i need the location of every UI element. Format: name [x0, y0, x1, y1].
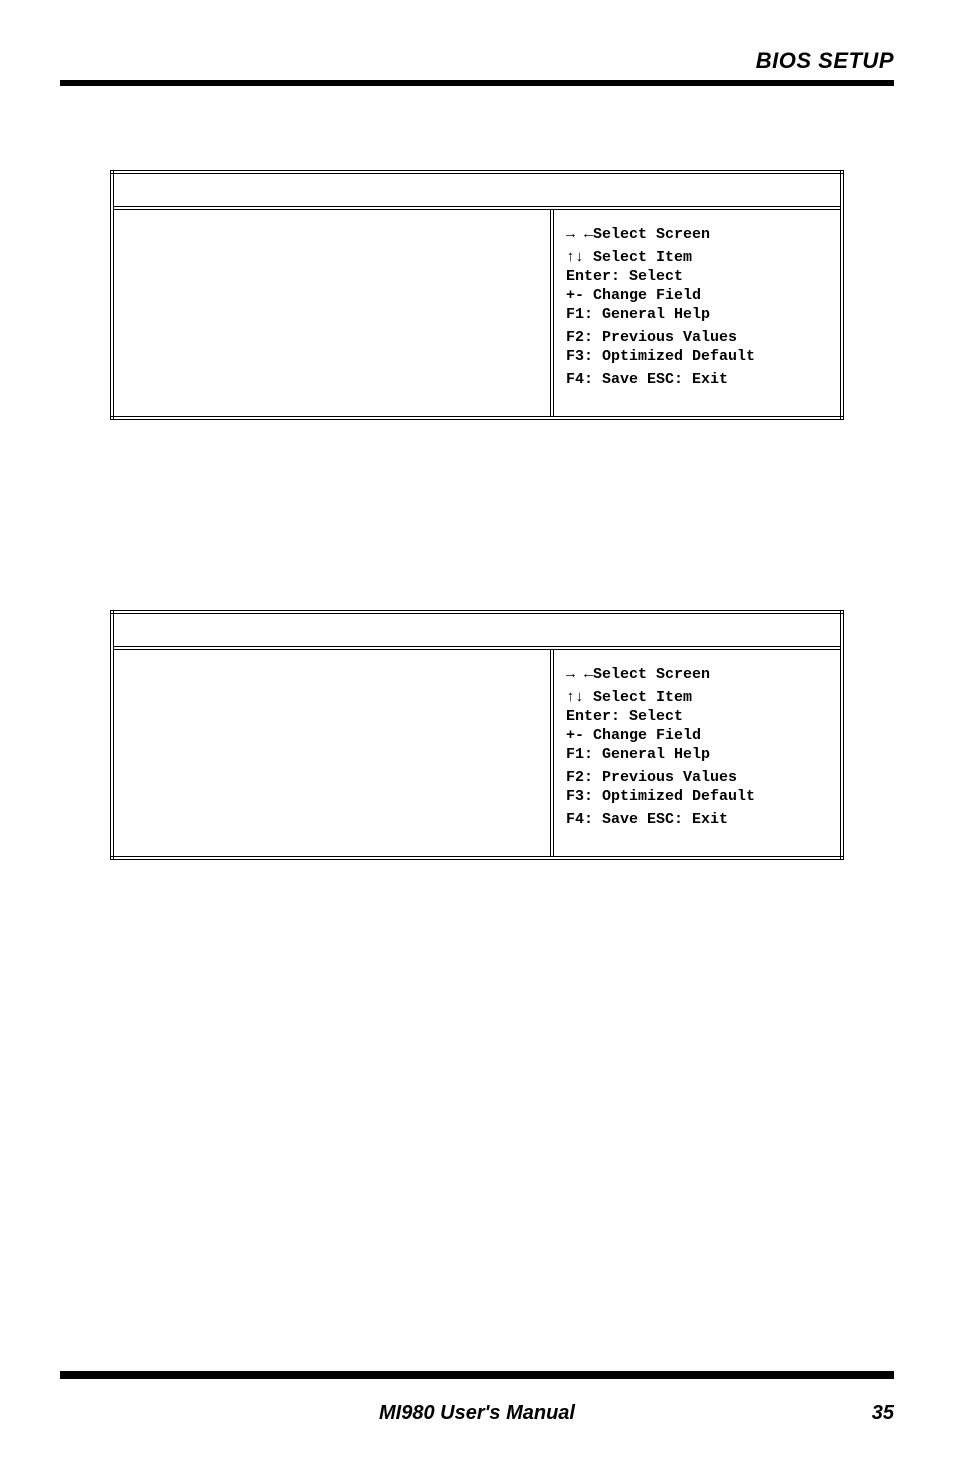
table-header-row [112, 172, 842, 208]
table-header-cell [112, 612, 842, 648]
help-f3: F3: Optimized Default [566, 788, 828, 805]
table-header-row [112, 612, 842, 648]
table-body-row: → ←Select Screen ↑↓ Select Item Enter: S… [112, 208, 842, 418]
help-f1: F1: General Help [566, 306, 828, 323]
footer-page-number: 35 [872, 1402, 894, 1425]
header-rule [60, 80, 894, 86]
footer-rule [60, 1371, 894, 1379]
help-enter: Enter: Select [566, 708, 828, 725]
help-select-item: ↑↓ Select Item [566, 689, 828, 706]
help-enter: Enter: Select [566, 268, 828, 285]
help-f4: F4: Save ESC: Exit [566, 811, 828, 828]
table-left-cell [112, 648, 552, 858]
bios-table-1: → ←Select Screen ↑↓ Select Item Enter: S… [110, 170, 844, 420]
footer-manual-title: MI980 User's Manual [0, 1402, 954, 1425]
table-header-cell [112, 172, 842, 208]
bios-table-2: → ←Select Screen ↑↓ Select Item Enter: S… [110, 610, 844, 860]
help-select-screen: → ←Select Screen [566, 226, 828, 243]
help-select-item: ↑↓ Select Item [566, 249, 828, 266]
help-change-field: +- Change Field [566, 287, 828, 304]
help-f4: F4: Save ESC: Exit [566, 371, 828, 388]
header-title: BIOS SETUP [756, 48, 894, 74]
table-body-row: → ←Select Screen ↑↓ Select Item Enter: S… [112, 648, 842, 858]
table-help-cell: → ←Select Screen ↑↓ Select Item Enter: S… [552, 648, 842, 858]
help-f3: F3: Optimized Default [566, 348, 828, 365]
help-select-screen: → ←Select Screen [566, 666, 828, 683]
table-left-cell [112, 208, 552, 418]
help-f1: F1: General Help [566, 746, 828, 763]
help-f2: F2: Previous Values [566, 769, 828, 786]
help-change-field: +- Change Field [566, 727, 828, 744]
help-f2: F2: Previous Values [566, 329, 828, 346]
table-help-cell: → ←Select Screen ↑↓ Select Item Enter: S… [552, 208, 842, 418]
